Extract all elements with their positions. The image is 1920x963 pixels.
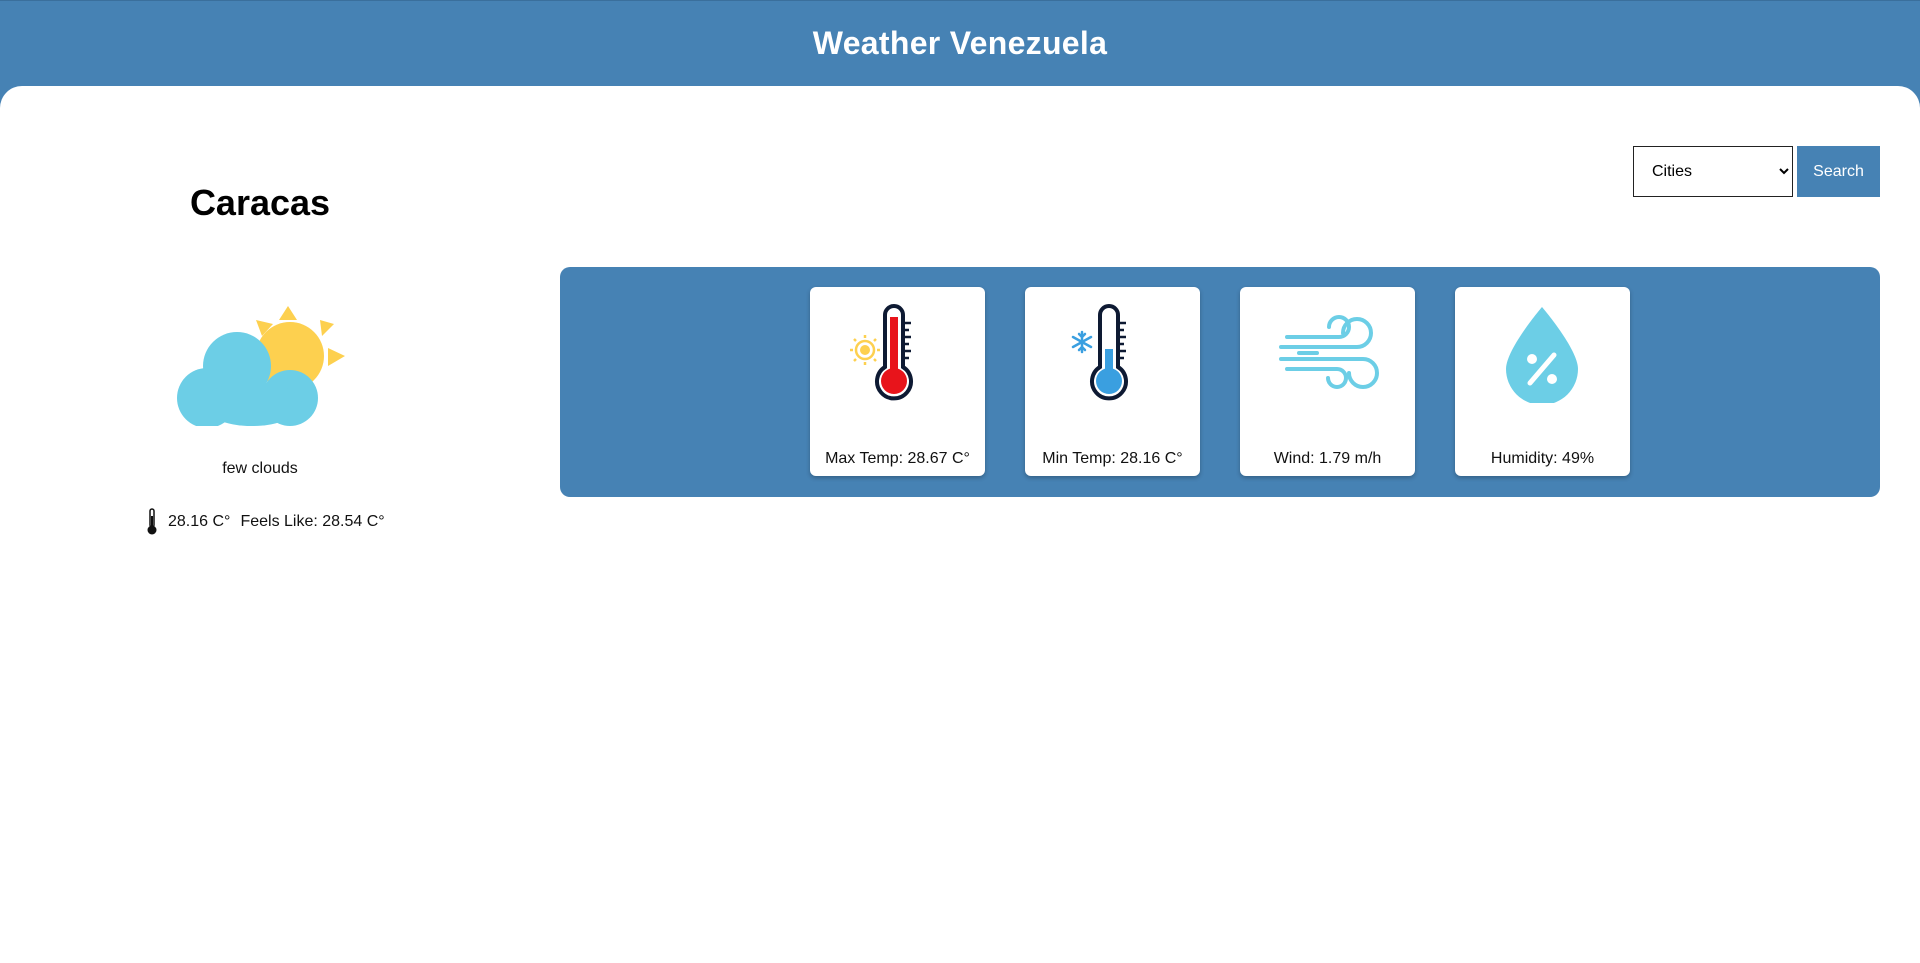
current-temperature-row: 28.16 C° Feels Like: 28.54 C°: [146, 508, 385, 536]
humidity-card: Humidity: 49%: [1455, 287, 1630, 476]
humidity-icon: [1506, 307, 1578, 403]
hot-thermometer-icon: [850, 304, 913, 401]
weather-description: few clouds: [222, 460, 298, 477]
wind-label: Wind: 1.79 m/h: [1273, 450, 1382, 467]
wind-card: Wind: 1.79 m/h: [1240, 287, 1415, 476]
city-select[interactable]: Cities: [1633, 146, 1793, 197]
thermometer-icon: [147, 508, 157, 535]
search-button[interactable]: Search: [1797, 146, 1880, 197]
current-temperature: 28.16 C°: [168, 513, 231, 530]
min-temp-label: Min Temp: 28.16 C°: [1042, 450, 1183, 467]
app-header: Weather Venezuela: [0, 0, 1920, 88]
feels-like-temperature: Feels Like: 28.54 C°: [240, 513, 385, 530]
main-content: Caracas few clouds 28.16 C° Feels Like: …: [0, 86, 1920, 963]
humidity-label: Humidity: 49%: [1490, 450, 1595, 467]
cold-thermometer-icon: [1071, 304, 1128, 401]
min-temp-card: Min Temp: 28.16 C°: [1025, 287, 1200, 476]
city-search: Cities Search: [1633, 146, 1880, 197]
weather-stats-panel: Max Temp: 28.67 C° Min Temp: 28.16 C° Wi…: [560, 267, 1880, 497]
current-weather-panel: Caracas few clouds 28.16 C° Feels Like: …: [0, 86, 520, 586]
partly-cloudy-icon: [177, 306, 345, 426]
app-title: Weather Venezuela: [812, 25, 1108, 61]
wind-icon: [1279, 315, 1379, 389]
city-name: Caracas: [189, 182, 331, 223]
max-temp-label: Max Temp: 28.67 C°: [825, 450, 970, 467]
max-temp-card: Max Temp: 28.67 C°: [810, 287, 985, 476]
page: Weather Venezuela Caracas few clouds 28.…: [0, 0, 1920, 963]
